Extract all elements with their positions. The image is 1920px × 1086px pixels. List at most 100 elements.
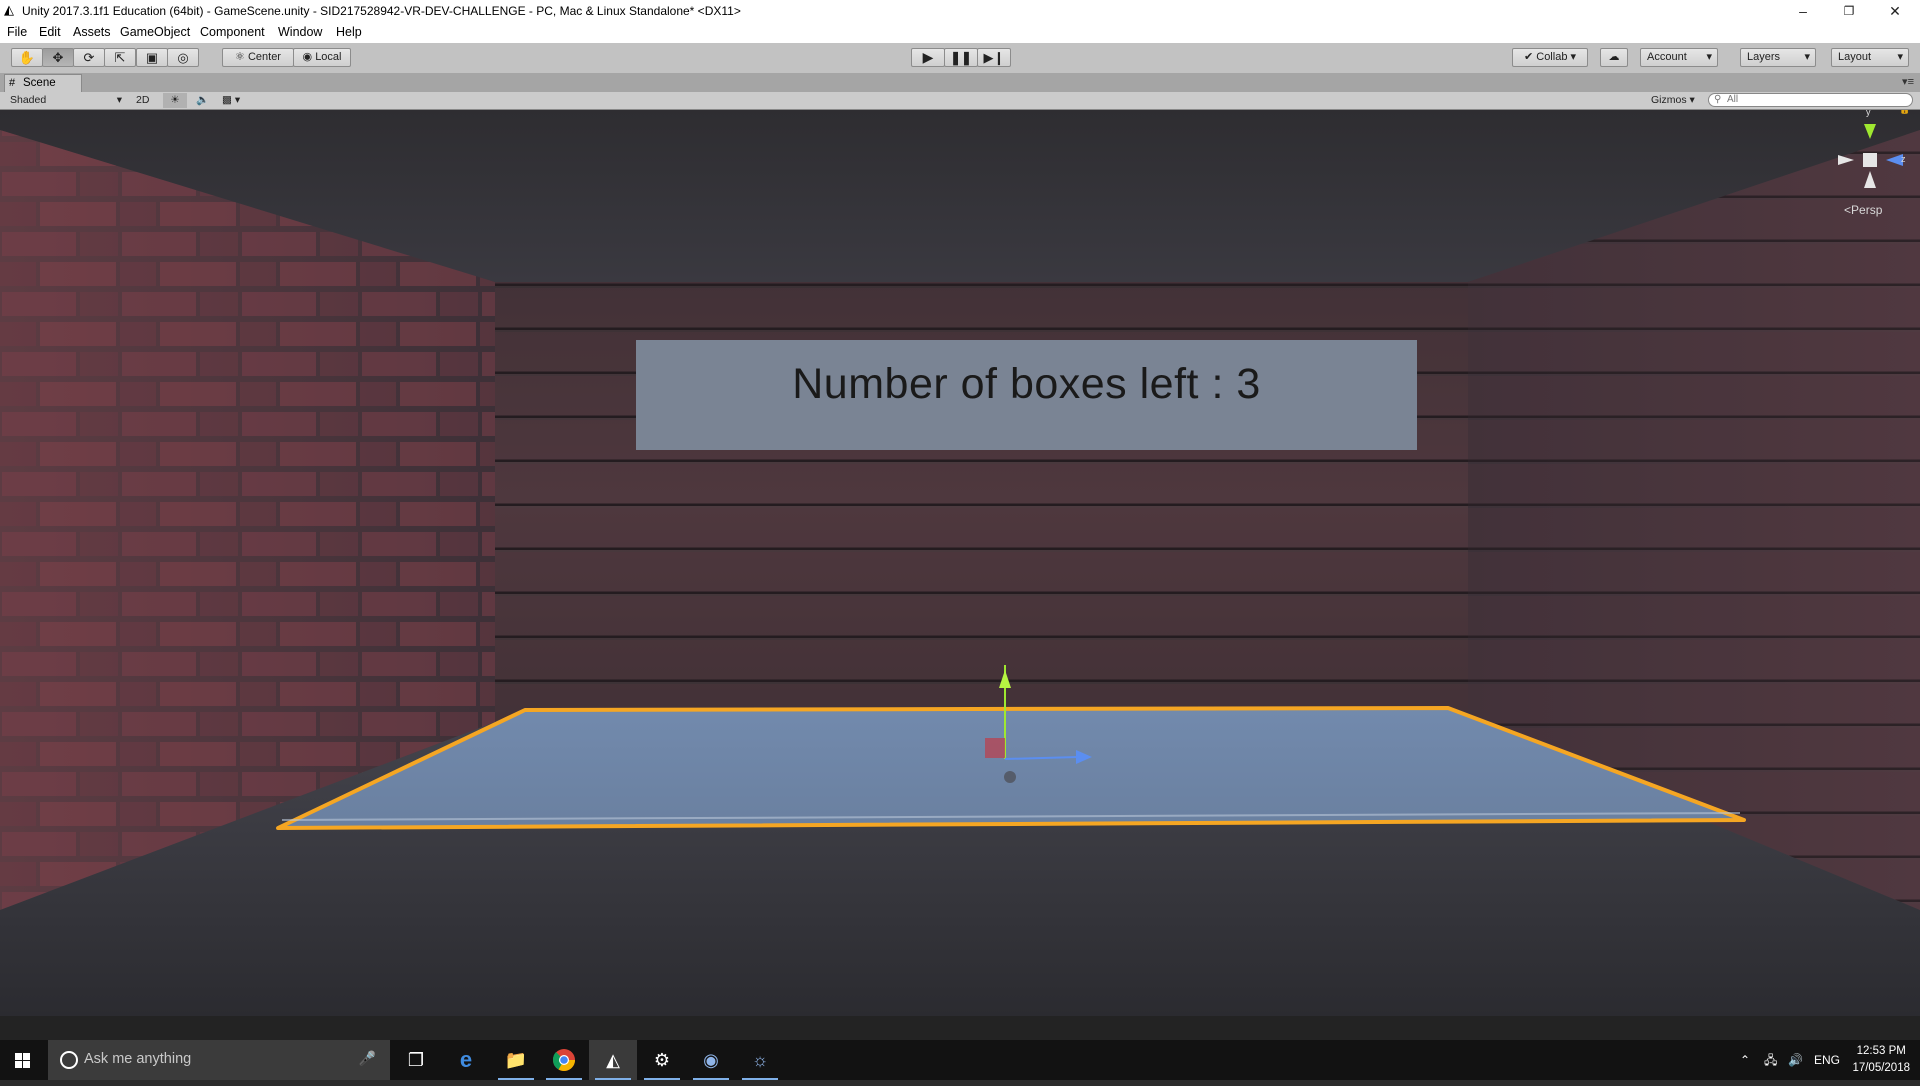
scale-tool-button[interactable]: ⇱ [104,48,136,67]
space-local-toggle[interactable]: ◉ Local [293,48,351,67]
task-view-button[interactable]: ❐ [392,1040,440,1080]
menu-component[interactable]: Component [200,25,265,39]
language-indicator[interactable]: ENG [1814,1040,1840,1080]
transform-icon: ◎ [177,50,189,65]
collab-label: Collab [1536,51,1568,63]
step-button[interactable]: ▶❙ [977,48,1011,67]
search-icon: ⚲ [1714,94,1722,105]
cloud-button[interactable]: ☁ [1600,48,1628,67]
rotate-tool-button[interactable]: ⟳ [73,48,105,67]
menu-edit[interactable]: Edit [39,25,61,39]
projection-label: Persp [1851,203,1883,217]
toggle-2d-button[interactable]: 2D [136,93,149,108]
menu-help[interactable]: Help [336,25,362,39]
chrome-icon [552,1049,575,1071]
windows-logo-icon [15,1053,30,1068]
unity-button[interactable]: ◭ [589,1040,637,1080]
shading-mode-dropdown[interactable]: Shaded ▾ [10,93,122,108]
layers-label: Layers [1747,51,1781,63]
taskbar-clock[interactable]: 12:53 PM 17/05/2018 [1852,1043,1910,1077]
main-toolbar: ✋ ✥ ⟳ ⇱ ▣ ◎ ⚛ Center ◉ Local ▶ ❚❚ ▶❙ ✔ C… [0,43,1920,74]
restore-button[interactable]: ❐ [1826,0,1872,22]
step-icon: ▶❙ [983,50,1005,65]
account-dropdown[interactable]: Account ▾ [1640,48,1718,67]
play-button[interactable]: ▶ [911,48,945,67]
taskbar-search[interactable]: Ask me anything 🎤 [48,1040,390,1080]
menu-gameobject[interactable]: GameObject [120,25,190,39]
effects-dropdown[interactable]: ▩ ▾ [222,93,240,108]
chevron-down-icon: ▾ [1706,51,1712,63]
gizmo-plane-handle[interactable] [985,738,1005,758]
chevron-down-icon: ▾ [1804,51,1810,63]
gizmos-dropdown[interactable]: Gizmos ▾ [1651,93,1695,108]
scene-grid-icon: # [9,77,16,89]
pivot-center-toggle[interactable]: ⚛ Center [222,48,294,67]
move-tool-button[interactable]: ✥ [42,48,74,67]
chevron-down-icon: ▾ [1570,51,1577,63]
task-view-icon: ❐ [407,1050,425,1070]
audio-toggle[interactable]: 🔈 [196,93,209,108]
rotate-icon: ⟳ [83,50,95,65]
clock-date: 17/05/2018 [1852,1062,1910,1074]
search-placeholder: All [1727,94,1739,105]
steam-icon: ⚙ [653,1050,671,1070]
layout-label: Layout [1838,51,1872,63]
pause-icon: ❚❚ [950,50,972,65]
chevron-down-icon: ▾ [234,94,241,106]
unity-logo-icon: ◭ [4,2,14,17]
gizmo-y-label: y [1866,110,1871,117]
check-icon: ✔ [1523,51,1534,63]
transform-tool-button[interactable]: ◎ [167,48,199,67]
menu-bar: File Edit Assets GameObject Component Wi… [0,22,1920,43]
clock-time: 12:53 PM [1856,1045,1906,1057]
hand-tool-button[interactable]: ✋ [11,48,43,67]
close-button[interactable]: ✕ [1872,0,1918,22]
window-title: Unity 2017.3.1f1 Education (64bit) - Gam… [22,4,741,18]
projection-toggle[interactable]: <Persp [1844,203,1882,217]
gizmo-z-label: z [1901,154,1906,164]
scale-icon: ⇱ [114,50,126,65]
gizmo-center[interactable] [1004,771,1016,783]
scene-render [0,110,1920,1016]
tray-chevron-up-icon[interactable]: ⌃ [1740,1040,1750,1080]
chevron-down-icon: ▾ [1689,94,1695,106]
file-explorer-button[interactable]: 📁 [492,1040,540,1080]
app-8-button[interactable]: ☼ [736,1040,784,1080]
tab-scene[interactable]: # Scene [4,74,82,92]
network-icon[interactable]: 🖧 [1764,1040,1777,1080]
chrome-button[interactable] [540,1040,588,1080]
edge-button[interactable]: e [442,1040,490,1080]
gizmo-center-cube[interactable] [1863,153,1877,167]
shading-mode-label: Shaded [10,94,47,106]
edge-icon: e [459,1047,473,1072]
cloud-icon: ☁ [1608,51,1620,63]
start-button[interactable] [0,1040,46,1080]
app-7-button[interactable]: ◉ [687,1040,735,1080]
rect-tool-button[interactable]: ▣ [136,48,168,67]
scene-viewport[interactable]: Number of boxes left : 3 y z 🔒 <Persp [0,110,1920,1016]
scene-toolbar: Shaded ▾ 2D ☀ 🔈 ▩ ▾ Gizmos ▾ ⚲ All [0,92,1920,110]
lock-icon[interactable]: 🔒 [1899,110,1910,115]
unity-icon: ◭ [606,1050,620,1070]
collab-button[interactable]: ✔ Collab ▾ [1512,48,1588,67]
app-7-icon: ◉ [703,1050,719,1070]
layout-dropdown[interactable]: Layout ▾ [1831,48,1909,67]
rect-icon: ▣ [145,50,159,65]
pause-button[interactable]: ❚❚ [944,48,978,67]
layers-dropdown[interactable]: Layers ▾ [1740,48,1816,67]
steam-button[interactable]: ⚙ [638,1040,686,1080]
hand-icon: ✋ [18,50,36,65]
menu-file[interactable]: File [7,25,27,39]
folder-icon: 📁 [504,1050,528,1070]
volume-icon[interactable]: 🔊 [1788,1040,1803,1080]
cortana-icon [60,1051,78,1069]
menu-assets[interactable]: Assets [73,25,111,39]
tab-menu-icon[interactable]: ▾≡ [1902,75,1914,88]
pivot-label: Center [247,51,281,63]
scene-search-input[interactable]: ⚲ All [1708,93,1913,107]
microphone-icon[interactable]: 🎤 [359,1050,376,1067]
minimize-button[interactable]: – [1780,0,1826,22]
scene-tab-bar: # Scene ▾≡ [0,73,1920,92]
lighting-toggle[interactable]: ☀ [163,93,187,108]
menu-window[interactable]: Window [278,25,322,39]
